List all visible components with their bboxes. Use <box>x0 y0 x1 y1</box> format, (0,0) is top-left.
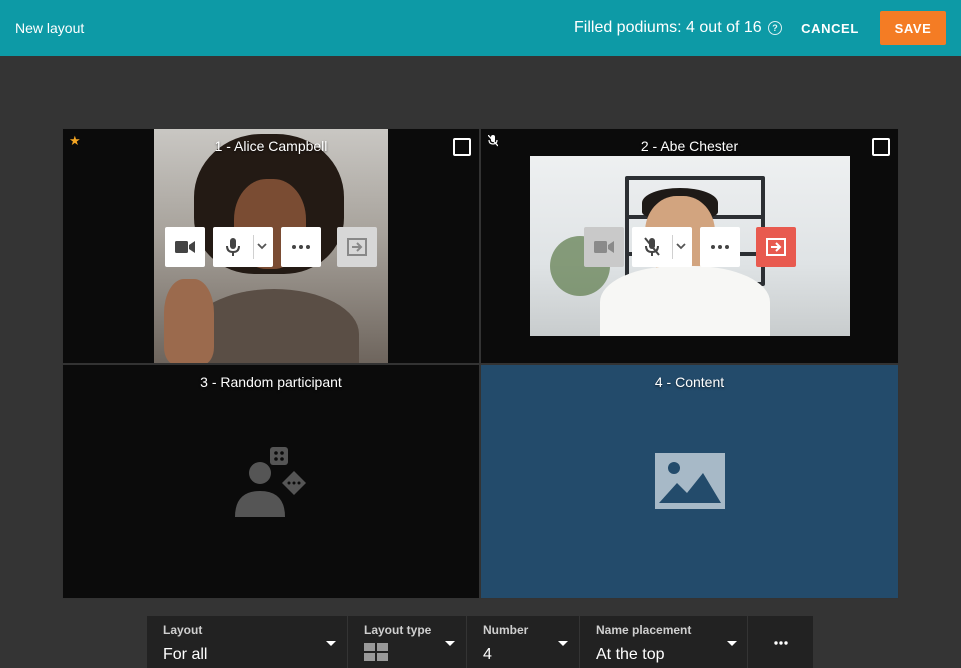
dropdown-arrow-icon <box>326 641 336 646</box>
remove-from-podium-button[interactable] <box>756 227 796 267</box>
help-icon[interactable]: ? <box>768 21 782 35</box>
name-placement-value: At the top <box>596 646 665 663</box>
toolbar-more-button[interactable] <box>748 616 813 668</box>
image-placeholder-icon <box>655 453 725 509</box>
podium-tile-1[interactable]: ★ 1 - Alice Campbell <box>62 128 480 364</box>
filled-podiums-text: Filled podiums: 4 out of 16 <box>574 19 762 36</box>
microphone-button[interactable] <box>213 227 273 267</box>
chevron-down-icon[interactable] <box>675 240 687 252</box>
microphone-button[interactable] <box>632 227 692 267</box>
more-horizontal-icon <box>292 245 310 249</box>
camera-button[interactable] <box>165 227 205 267</box>
number-value: 4 <box>483 646 492 663</box>
dropdown-arrow-icon <box>558 641 568 646</box>
more-horizontal-icon <box>711 245 729 249</box>
name-placement-select[interactable]: Name placement At the top <box>580 616 747 668</box>
camera-button[interactable] <box>584 227 624 267</box>
more-options-button[interactable] <box>281 227 321 267</box>
more-horizontal-icon <box>774 641 788 645</box>
layout-label: Layout <box>163 623 203 637</box>
podium-tile-3[interactable]: 3 - Random participant <box>62 364 480 599</box>
podium-grid: ★ 1 - Alice Campbell 2 - Abe Chester 3 -… <box>62 128 899 599</box>
more-options-button[interactable] <box>700 227 740 267</box>
participant-controls <box>481 227 898 267</box>
podium-label: 3 - Random participant <box>200 374 342 390</box>
number-select[interactable]: Number 4 <box>467 616 579 668</box>
exit-icon <box>347 238 367 256</box>
save-button[interactable]: SAVE <box>880 11 946 45</box>
select-checkbox[interactable] <box>872 138 890 156</box>
chevron-down-icon[interactable] <box>256 240 268 252</box>
grid-2x2-icon <box>364 643 388 661</box>
video-camera-icon <box>594 241 614 253</box>
top-bar: New layout Filled podiums: 4 out of 16 ?… <box>0 0 961 56</box>
exit-icon <box>766 238 786 256</box>
page-title: New layout <box>15 20 85 36</box>
microphone-muted-icon <box>644 237 660 256</box>
podium-tile-2[interactable]: 2 - Abe Chester <box>480 128 899 364</box>
microphone-icon <box>226 238 240 256</box>
name-placement-label: Name placement <box>596 623 692 637</box>
podium-label: 1 - Alice Campbell <box>214 138 328 154</box>
layout-type-select[interactable]: Layout type <box>348 616 466 668</box>
video-camera-icon <box>175 241 195 253</box>
podium-label: 2 - Abe Chester <box>640 138 739 154</box>
participant-controls <box>63 227 479 267</box>
random-participant-icon <box>235 447 306 517</box>
cancel-button[interactable]: CANCEL <box>795 11 865 45</box>
layout-type-label: Layout type <box>364 623 432 637</box>
select-checkbox[interactable] <box>453 138 471 156</box>
dropdown-arrow-icon <box>727 641 737 646</box>
layout-select[interactable]: Layout For all <box>147 616 347 668</box>
layout-value: For all <box>163 646 208 663</box>
dropdown-arrow-icon <box>445 641 455 646</box>
number-label: Number <box>483 623 529 637</box>
remove-from-podium-button[interactable] <box>337 227 377 267</box>
podium-tile-4[interactable]: 4 - Content <box>480 364 899 599</box>
podium-label: 4 - Content <box>654 374 725 390</box>
